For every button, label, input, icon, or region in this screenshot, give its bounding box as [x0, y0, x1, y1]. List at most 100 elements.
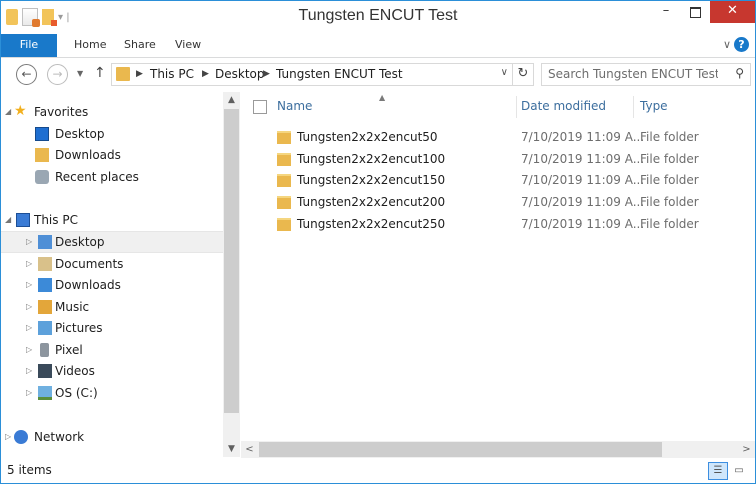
computer-icon	[16, 213, 30, 227]
collapse-arrow-icon[interactable]: ▷	[26, 254, 32, 274]
recent-locations-dropdown-icon[interactable]: ▼	[77, 69, 83, 78]
folder-icon	[277, 153, 291, 166]
select-all-checkbox[interactable]	[253, 100, 267, 114]
phone-icon	[40, 343, 49, 357]
nav-item-label: Favorites	[34, 105, 89, 119]
collapse-arrow-icon[interactable]: ▷	[26, 232, 32, 252]
window-controls: – ✕	[652, 1, 755, 23]
table-row[interactable]: Tungsten2x2x2encut200 7/10/2019 11:09 A.…	[241, 192, 755, 213]
nav-item-label: Recent places	[55, 170, 139, 184]
collapse-arrow-icon[interactable]: ▷	[5, 427, 11, 447]
breadcrumb-this-pc[interactable]: This PC	[150, 67, 194, 81]
nav-this-pc-desktop[interactable]: ▷ Desktop	[1, 231, 223, 253]
collapse-arrow-icon[interactable]: ▷	[26, 297, 32, 317]
scroll-up-icon[interactable]: ▲	[223, 92, 240, 108]
nav-item-label: Downloads	[55, 278, 121, 292]
forward-button[interactable]: →	[47, 64, 68, 85]
minimize-button[interactable]: –	[652, 1, 680, 23]
item-count: 5 items	[7, 463, 52, 477]
nav-favorites[interactable]: ◢ ★ Favorites	[1, 102, 223, 122]
expand-ribbon-icon[interactable]: ∨	[723, 38, 731, 51]
documents-icon	[38, 257, 52, 271]
nav-favorites-downloads[interactable]: Downloads	[1, 145, 223, 165]
maximize-button[interactable]	[680, 1, 710, 23]
tab-view[interactable]: View	[175, 34, 201, 57]
large-icons-view-icon[interactable]: ▭	[729, 462, 749, 480]
star-icon: ★	[14, 103, 27, 119]
breadcrumb-desktop[interactable]: Desktop	[215, 67, 265, 81]
navigation-pane-scrollbar[interactable]: ▲ ▼	[223, 92, 240, 457]
collapse-arrow-icon[interactable]: ▷	[26, 275, 32, 295]
close-button[interactable]: ✕	[710, 1, 755, 23]
file-date: 7/10/2019 11:09 A...	[521, 217, 645, 231]
nav-this-pc-downloads[interactable]: ▷ Downloads	[1, 275, 223, 295]
breadcrumb-separator-icon[interactable]: ▶	[263, 69, 270, 79]
refresh-button[interactable]: ↻	[513, 63, 534, 86]
drive-icon	[38, 386, 52, 400]
collapse-arrow-icon[interactable]: ▷	[26, 361, 32, 381]
up-arrow-icon[interactable]: ↑	[94, 65, 106, 81]
file-list: ▲ Name Date modified Type Tungsten2x2x2e…	[241, 92, 755, 440]
scroll-left-icon[interactable]: <	[241, 441, 258, 458]
nav-this-pc-os-c[interactable]: ▷ OS (C:)	[1, 383, 223, 403]
music-icon	[38, 300, 52, 314]
search-input[interactable]	[548, 66, 718, 81]
file-name: Tungsten2x2x2encut100	[297, 152, 446, 166]
collapse-arrow-icon[interactable]: ▷	[26, 340, 32, 360]
column-divider[interactable]	[516, 96, 517, 118]
file-name: Tungsten2x2x2encut250	[297, 217, 446, 231]
nav-this-pc-documents[interactable]: ▷ Documents	[1, 254, 223, 274]
nav-this-pc-videos[interactable]: ▷ Videos	[1, 361, 223, 381]
file-date: 7/10/2019 11:09 A...	[521, 152, 645, 166]
nav-favorites-recent-places[interactable]: Recent places	[1, 167, 223, 187]
nav-network[interactable]: ▷ Network	[1, 427, 223, 447]
collapse-arrow-icon[interactable]: ▷	[26, 318, 32, 338]
nav-item-label: OS (C:)	[55, 386, 98, 400]
table-row[interactable]: Tungsten2x2x2encut150 7/10/2019 11:09 A.…	[241, 170, 755, 191]
expand-arrow-icon[interactable]: ◢	[5, 102, 11, 122]
ribbon-tabs: File Home Share View ∨ ?	[1, 34, 755, 58]
scroll-right-icon[interactable]: >	[738, 441, 755, 458]
details-view-icon[interactable]: ☰	[708, 462, 728, 480]
column-header-name[interactable]: Name	[277, 92, 517, 120]
nav-this-pc-music[interactable]: ▷ Music	[1, 297, 223, 317]
column-header-type[interactable]: Type	[640, 92, 740, 120]
file-type: File folder	[640, 173, 699, 187]
help-icon[interactable]: ?	[734, 37, 749, 52]
nav-this-pc-pictures[interactable]: ▷ Pictures	[1, 318, 223, 338]
column-divider[interactable]	[633, 96, 634, 118]
scroll-down-icon[interactable]: ▼	[223, 441, 240, 457]
nav-this-pc[interactable]: ◢ This PC	[1, 210, 223, 230]
collapse-arrow-icon[interactable]: ▷	[26, 383, 32, 403]
search-icon[interactable]: ⚲	[735, 66, 744, 80]
file-list-horizontal-scrollbar[interactable]: < >	[241, 441, 755, 458]
desktop-icon	[35, 127, 49, 141]
scrollbar-thumb[interactable]	[259, 442, 662, 457]
address-history-dropdown-icon[interactable]: ∨	[501, 67, 508, 78]
desktop-folder-icon	[38, 235, 52, 249]
address-bar[interactable]: ▶ This PC ▶ Desktop ▶ Tungsten ENCUT Tes…	[111, 63, 513, 86]
file-type: File folder	[640, 152, 699, 166]
file-date: 7/10/2019 11:09 A...	[521, 173, 645, 187]
breadcrumb-separator-icon[interactable]: ▶	[136, 69, 143, 79]
nav-item-label: Videos	[55, 364, 95, 378]
table-row[interactable]: Tungsten2x2x2encut50 7/10/2019 11:09 A..…	[241, 127, 755, 148]
file-name: Tungsten2x2x2encut50	[297, 130, 438, 144]
expand-arrow-icon[interactable]: ◢	[5, 210, 11, 230]
breadcrumb-current-folder[interactable]: Tungsten ENCUT Test	[276, 67, 403, 81]
table-row[interactable]: Tungsten2x2x2encut250 7/10/2019 11:09 A.…	[241, 214, 755, 235]
back-button[interactable]: ←	[16, 64, 37, 85]
scrollbar-thumb[interactable]	[224, 109, 239, 413]
file-name: Tungsten2x2x2encut200	[297, 195, 446, 209]
nav-favorites-desktop[interactable]: Desktop	[1, 124, 223, 144]
tab-share[interactable]: Share	[124, 34, 156, 57]
nav-item-label: Desktop	[55, 235, 105, 249]
table-row[interactable]: Tungsten2x2x2encut100 7/10/2019 11:09 A.…	[241, 149, 755, 170]
breadcrumb-separator-icon[interactable]: ▶	[202, 69, 209, 79]
tab-home[interactable]: Home	[74, 34, 106, 57]
nav-this-pc-pixel[interactable]: ▷ Pixel	[1, 340, 223, 360]
column-header-date-modified[interactable]: Date modified	[521, 92, 631, 120]
search-box[interactable]: ⚲	[541, 63, 751, 86]
recent-places-icon	[35, 170, 49, 184]
tab-file[interactable]: File	[1, 34, 57, 57]
